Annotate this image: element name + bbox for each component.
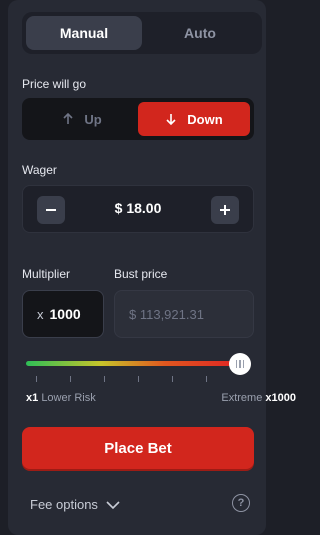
- wager-input[interactable]: $ 18.00: [22, 185, 254, 233]
- multiplier-input[interactable]: x 1000: [22, 290, 104, 338]
- risk-max-text: Extreme: [221, 392, 263, 404]
- down-button[interactable]: Down: [138, 102, 250, 136]
- slider-tick: [206, 376, 207, 382]
- chevron-down-icon: [106, 500, 120, 509]
- bust-price-label: Bust price: [114, 267, 168, 281]
- tab-auto[interactable]: Auto: [142, 16, 258, 50]
- risk-max-value: x1000: [265, 392, 296, 404]
- bust-price-field: $ 113,921.31: [114, 290, 254, 338]
- multiplier-value: 1000: [49, 306, 81, 322]
- place-bet-button[interactable]: Place Bet: [22, 427, 254, 469]
- direction-toggle: Up Down: [22, 98, 254, 140]
- help-icon[interactable]: ?: [232, 494, 250, 512]
- multiplier-prefix: x: [37, 306, 44, 322]
- plus-icon: [220, 205, 230, 215]
- risk-min-label: x1 Lower Risk: [26, 392, 96, 404]
- risk-max-label: Extreme x1000: [221, 392, 296, 404]
- risk-slider-thumb[interactable]: [229, 353, 251, 375]
- arrow-down-icon: [166, 114, 176, 125]
- slider-tick: [138, 376, 139, 382]
- wager-label: Wager: [22, 163, 57, 177]
- down-label: Down: [187, 111, 223, 127]
- bust-price-value: $ 113,921.31: [129, 306, 204, 322]
- arrow-up-icon: [63, 113, 73, 124]
- risk-min-value: x1: [26, 392, 39, 404]
- slider-tick: [172, 376, 173, 382]
- fee-options-toggle[interactable]: Fee options: [30, 497, 120, 512]
- increase-wager-button[interactable]: [211, 196, 239, 224]
- multiplier-label: Multiplier: [22, 267, 71, 281]
- slider-tick: [70, 376, 71, 382]
- up-button[interactable]: Up: [26, 102, 138, 136]
- fee-options-label: Fee options: [30, 497, 98, 512]
- risk-min-text: Lower Risk: [41, 392, 96, 404]
- risk-slider-track[interactable]: [26, 361, 240, 366]
- mode-tabs: Manual Auto: [22, 12, 262, 54]
- direction-label: Price will go: [22, 77, 87, 91]
- slider-tick: [104, 376, 105, 382]
- up-label: Up: [84, 111, 102, 127]
- tab-manual[interactable]: Manual: [26, 16, 142, 50]
- slider-tick: [36, 376, 37, 382]
